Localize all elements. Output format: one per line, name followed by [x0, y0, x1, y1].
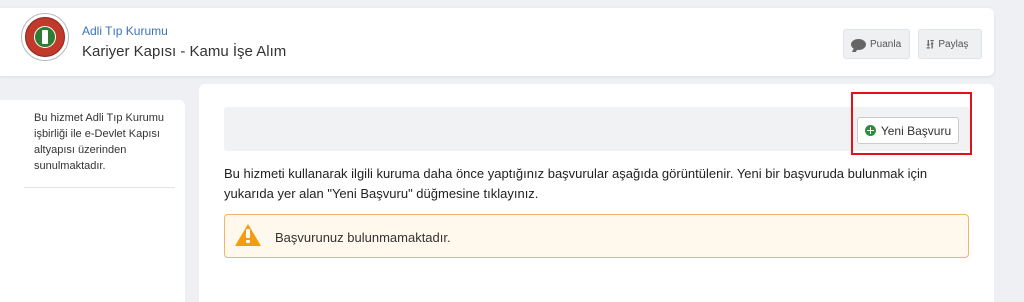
page-title: Kariyer Kapısı - Kamu İşe Alım	[82, 43, 287, 60]
rate-label: Puanla	[870, 38, 902, 50]
sidebar-divider	[24, 187, 175, 188]
sidebar: Bu hizmet Adli Tıp Kurumu işbirliği ile …	[0, 100, 185, 302]
rate-button[interactable]: Puanla	[843, 29, 910, 59]
logo-emblem-icon	[34, 26, 56, 48]
share-label: Paylaş	[938, 38, 969, 50]
logo-mark	[42, 30, 48, 44]
main-content: Yeni Başvuru Bu hizmeti kullanarak ilgil…	[199, 84, 994, 302]
service-provider-note: Bu hizmet Adli Tıp Kurumu işbirliği ile …	[34, 112, 165, 172]
institution-logo[interactable]	[21, 13, 69, 61]
info-text: Bu hizmeti kullanarak ilgili kuruma daha…	[224, 166, 928, 201]
logo-ring	[25, 17, 65, 57]
institution-link[interactable]: Adli Tıp Kurumu	[82, 24, 168, 38]
warning-mark	[246, 229, 250, 238]
warning-dot	[246, 240, 250, 243]
comment-icon	[851, 38, 866, 50]
warning-icon	[235, 224, 261, 246]
share-button[interactable]: ⭿ Paylaş	[918, 29, 982, 59]
alert-message: Başvurunuz bulunmamaktadır.	[275, 230, 451, 245]
page-header: Adli Tıp Kurumu Kariyer Kapısı - Kamu İş…	[0, 8, 994, 76]
highlight-box	[851, 92, 972, 155]
share-icon: ⭿	[926, 36, 935, 52]
warning-alert: Başvurunuz bulunmamaktadır.	[224, 214, 969, 258]
